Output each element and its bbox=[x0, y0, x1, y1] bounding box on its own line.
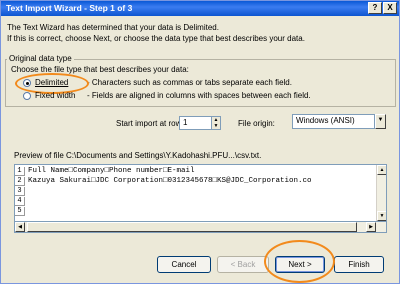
help-button[interactable]: ? bbox=[368, 2, 382, 14]
title-bar: Text Import Wizard - Step 1 of 3 bbox=[1, 1, 399, 16]
scroll-left-icon[interactable]: ◀ bbox=[15, 222, 25, 232]
group-label: Original data type bbox=[7, 54, 74, 64]
preview-pane[interactable]: 1 2 3 4 5 Full Name□Company□Phone number… bbox=[14, 164, 387, 222]
cancel-button[interactable]: Cancel bbox=[157, 256, 211, 273]
row-number-column: 1 2 3 4 5 bbox=[15, 165, 25, 221]
dialog-window: Text Import Wizard - Step 1 of 3 ? X The… bbox=[0, 0, 400, 284]
back-button[interactable]: < Back bbox=[217, 256, 269, 273]
preview-line: Kazuya Sakurai□JDC Corporation□031234567… bbox=[28, 177, 312, 185]
file-origin-select[interactable]: Windows (ANSI) bbox=[292, 114, 375, 129]
finish-button[interactable]: Finish bbox=[334, 256, 384, 273]
fixed-width-radio[interactable] bbox=[23, 92, 31, 100]
fixed-width-description: - Fields are aligned in columns with spa… bbox=[87, 91, 311, 100]
preview-label: Preview of file C:\Documents and Setting… bbox=[14, 151, 262, 160]
intro-line-2: If this is correct, choose Next, or choo… bbox=[7, 34, 305, 43]
scroll-thumb[interactable] bbox=[27, 222, 357, 232]
start-import-label: Start import at row: bbox=[116, 119, 184, 128]
row-number: 5 bbox=[15, 207, 25, 216]
scroll-up-icon[interactable]: ▲ bbox=[377, 165, 386, 175]
file-origin-label: File origin: bbox=[238, 119, 275, 128]
scroll-down-icon[interactable]: ▼ bbox=[377, 211, 386, 221]
preview-horizontal-scrollbar[interactable]: ◀ ▶ bbox=[14, 222, 387, 233]
spin-down-icon[interactable]: ▼ bbox=[212, 123, 220, 129]
row-number: 1 bbox=[15, 167, 25, 176]
chevron-down-icon[interactable]: ▼ bbox=[375, 114, 386, 129]
row-number: 2 bbox=[15, 177, 25, 186]
start-row-input[interactable]: 1 bbox=[179, 116, 212, 130]
scroll-right-icon[interactable]: ▶ bbox=[366, 222, 376, 232]
intro-line-1: The Text Wizard has determined that your… bbox=[7, 23, 219, 32]
fixed-width-label[interactable]: Fixed width bbox=[35, 91, 75, 101]
preview-vertical-scrollbar[interactable]: ▲ ▼ bbox=[376, 165, 386, 221]
delimited-description: - Characters such as commas or tabs sepa… bbox=[87, 78, 292, 87]
row-number: 4 bbox=[15, 197, 25, 206]
highlight-ring-next bbox=[264, 240, 335, 283]
preview-line: Full Name□Company□Phone number□E-mail bbox=[28, 167, 195, 175]
dialog-title: Text Import Wizard - Step 1 of 3 bbox=[6, 3, 133, 13]
row-number: 3 bbox=[15, 187, 25, 196]
close-button[interactable]: X bbox=[383, 2, 397, 14]
start-row-spinner[interactable]: ▲ ▼ bbox=[211, 116, 221, 130]
